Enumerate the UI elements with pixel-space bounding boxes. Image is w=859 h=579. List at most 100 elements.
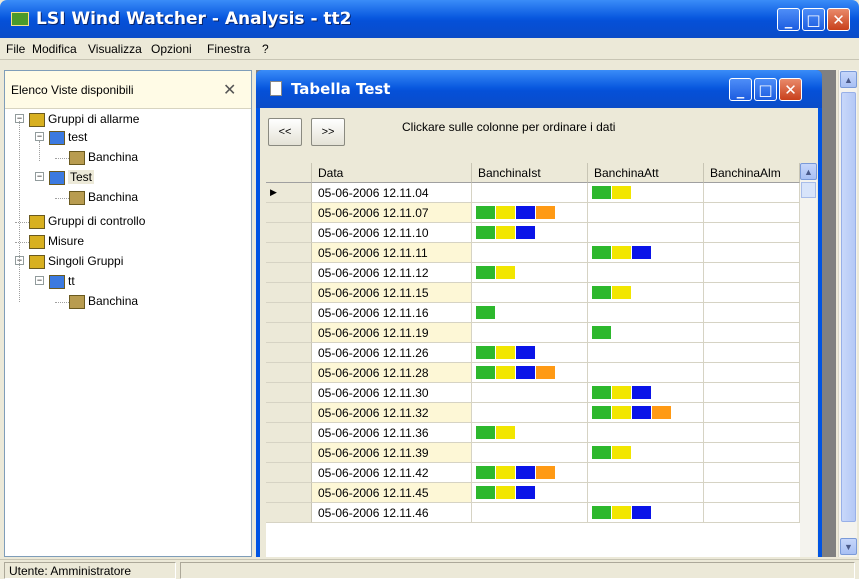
tree-item-singoli-gruppi[interactable]: Singoli Gruppi [48, 254, 123, 268]
cell-date[interactable]: 05-06-2006 12.11.45 [312, 483, 472, 503]
title-bar[interactable]: LSI Wind Watcher - Analysis - tt2 _ □ ✕ [0, 0, 859, 38]
grid-scrollbar[interactable]: ▲ [800, 163, 817, 557]
cell-date[interactable]: 05-06-2006 12.11.07 [312, 203, 472, 223]
main-scroll-thumb[interactable] [841, 92, 856, 522]
column-header-banchinaalm[interactable]: BanchinaAlm [704, 163, 800, 183]
tree-expander-icon[interactable]: − [35, 276, 44, 285]
menu-visualizza[interactable]: Visualizza [88, 42, 142, 56]
cell-banchinaatt[interactable] [588, 283, 704, 303]
cell-date[interactable]: 05-06-2006 12.11.39 [312, 443, 472, 463]
cell-date[interactable]: 05-06-2006 12.11.46 [312, 503, 472, 523]
row-header[interactable] [266, 203, 312, 223]
cell-banchinaist[interactable] [472, 343, 588, 363]
row-header[interactable] [266, 423, 312, 443]
cell-banchinaalm[interactable] [704, 363, 800, 383]
column-header-banchinaist[interactable]: BanchinaIst [472, 163, 588, 183]
tree-item-misure[interactable]: Misure [48, 234, 84, 248]
cell-banchinaist[interactable] [472, 303, 588, 323]
row-header[interactable] [266, 243, 312, 263]
cell-date[interactable]: 05-06-2006 12.11.42 [312, 463, 472, 483]
cell-banchinaist[interactable] [472, 323, 588, 343]
cell-banchinaalm[interactable] [704, 503, 800, 523]
main-scroll-up-icon[interactable]: ▲ [840, 71, 857, 88]
cell-banchinaatt[interactable] [588, 383, 704, 403]
cell-banchinaist[interactable] [472, 403, 588, 423]
cell-banchinaist[interactable] [472, 203, 588, 223]
prev-button[interactable]: << [268, 118, 302, 146]
row-header[interactable] [266, 463, 312, 483]
tree-expander-icon[interactable]: − [35, 132, 44, 141]
row-header[interactable] [266, 283, 312, 303]
cell-banchinaalm[interactable] [704, 423, 800, 443]
cell-banchinaalm[interactable] [704, 183, 800, 203]
cell-banchinaalm[interactable] [704, 443, 800, 463]
row-header[interactable] [266, 383, 312, 403]
cell-banchinaatt[interactable] [588, 443, 704, 463]
row-header[interactable] [266, 503, 312, 523]
row-header[interactable] [266, 343, 312, 363]
cell-banchinaist[interactable] [472, 243, 588, 263]
column-header-data[interactable]: Data [312, 163, 472, 183]
cell-banchinaatt[interactable] [588, 223, 704, 243]
child-title-bar[interactable]: Tabella Test _ □ ✕ [256, 70, 822, 108]
cell-banchinaist[interactable] [472, 223, 588, 243]
menu-finestra[interactable]: Finestra [207, 42, 250, 56]
main-scroll-down-icon[interactable]: ▼ [840, 538, 857, 555]
child-maximize-button[interactable]: □ [754, 78, 777, 101]
cell-date[interactable]: 05-06-2006 12.11.04 [312, 183, 472, 203]
cell-date[interactable]: 05-06-2006 12.11.26 [312, 343, 472, 363]
cell-banchinaatt[interactable] [588, 483, 704, 503]
cell-banchinaalm[interactable] [704, 323, 800, 343]
row-header[interactable] [266, 363, 312, 383]
cell-banchinaist[interactable] [472, 263, 588, 283]
column-header-banchinaatt[interactable]: BanchinaAtt [588, 163, 704, 183]
cell-date[interactable]: 05-06-2006 12.11.30 [312, 383, 472, 403]
row-header[interactable] [266, 443, 312, 463]
cell-banchinaatt[interactable] [588, 203, 704, 223]
cell-date[interactable]: 05-06-2006 12.11.19 [312, 323, 472, 343]
next-button[interactable]: >> [311, 118, 345, 146]
row-header[interactable] [266, 303, 312, 323]
scroll-thumb[interactable] [801, 182, 816, 198]
cell-banchinaalm[interactable] [704, 383, 800, 403]
cell-banchinaalm[interactable] [704, 403, 800, 423]
scroll-up-icon[interactable]: ▲ [800, 163, 817, 180]
cell-banchinaalm[interactable] [704, 463, 800, 483]
close-panel-icon[interactable]: ✕ [223, 80, 236, 100]
cell-banchinaatt[interactable] [588, 183, 704, 203]
tree-expander-icon[interactable]: − [35, 172, 44, 181]
cell-date[interactable]: 05-06-2006 12.11.12 [312, 263, 472, 283]
cell-banchinaatt[interactable] [588, 463, 704, 483]
row-header[interactable] [266, 263, 312, 283]
main-scrollbar[interactable]: ▲ ▼ [838, 70, 857, 557]
cell-date[interactable]: 05-06-2006 12.11.10 [312, 223, 472, 243]
cell-banchinaist[interactable] [472, 183, 588, 203]
cell-banchinaalm[interactable] [704, 283, 800, 303]
cell-banchinaatt[interactable] [588, 423, 704, 443]
cell-banchinaist[interactable] [472, 383, 588, 403]
minimize-button[interactable]: _ [777, 8, 800, 31]
cell-banchinaist[interactable] [472, 463, 588, 483]
cell-date[interactable]: 05-06-2006 12.11.28 [312, 363, 472, 383]
cell-banchinaatt[interactable] [588, 363, 704, 383]
cell-date[interactable]: 05-06-2006 12.11.15 [312, 283, 472, 303]
tree-item-banchina[interactable]: Banchina [88, 150, 138, 164]
cell-date[interactable]: 05-06-2006 12.11.36 [312, 423, 472, 443]
cell-date[interactable]: 05-06-2006 12.11.32 [312, 403, 472, 423]
menu-modifica[interactable]: Modifica [32, 42, 77, 56]
cell-banchinaalm[interactable] [704, 263, 800, 283]
tree-item-gruppi-di-controllo[interactable]: Gruppi di controllo [48, 214, 145, 228]
tree-item-test-cap[interactable]: Test [68, 170, 95, 184]
menu-opzioni[interactable]: Opzioni [151, 42, 192, 56]
maximize-button[interactable]: □ [802, 8, 825, 31]
cell-banchinaatt[interactable] [588, 343, 704, 363]
row-header[interactable] [266, 403, 312, 423]
menu-file[interactable]: File [6, 42, 25, 56]
tree-item-tt[interactable]: tt [68, 274, 75, 288]
cell-banchinaalm[interactable] [704, 303, 800, 323]
cell-banchinaist[interactable] [472, 503, 588, 523]
cell-banchinaalm[interactable] [704, 243, 800, 263]
menu-help[interactable]: ? [262, 42, 269, 56]
tree-item-banchina[interactable]: Banchina [88, 190, 138, 204]
tree-item-test[interactable]: test [68, 130, 87, 144]
